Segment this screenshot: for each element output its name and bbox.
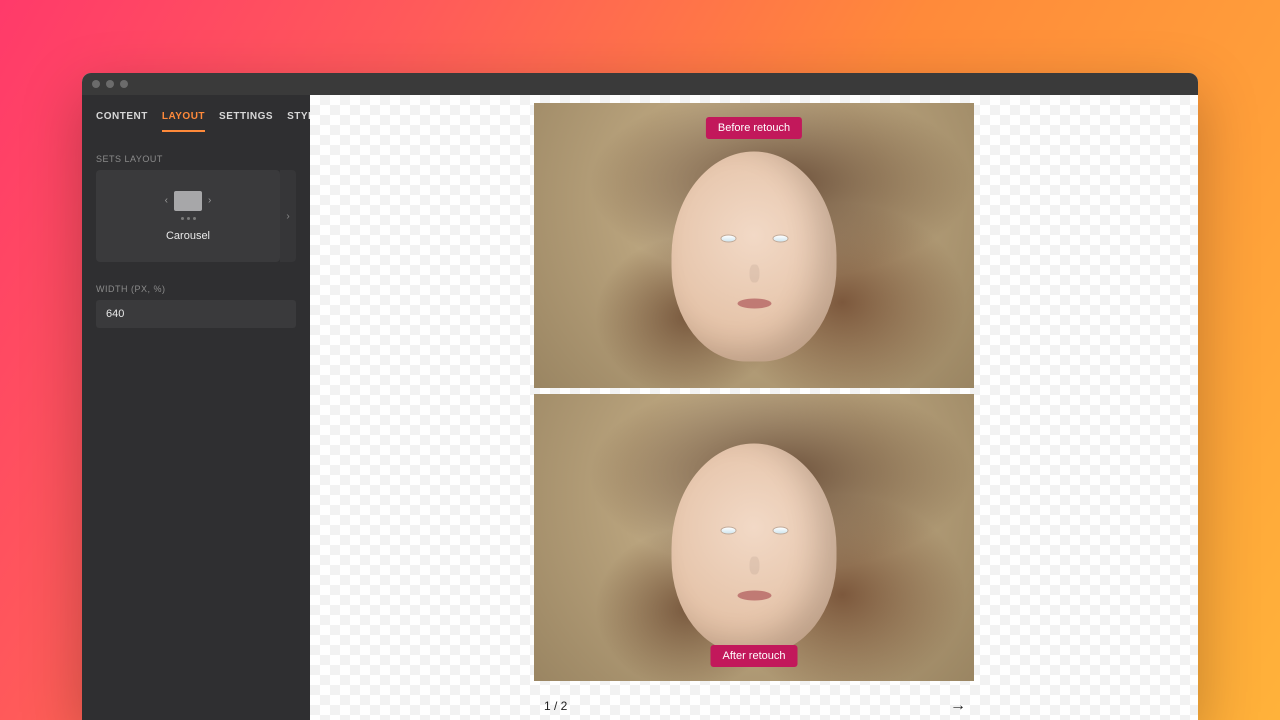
chevron-right-icon: › (208, 195, 211, 206)
width-input[interactable] (96, 300, 296, 328)
preview-canvas: Before retouch After retouch 1 / 2 → (310, 95, 1198, 720)
window-dot-min[interactable] (106, 80, 114, 88)
sidebar-tabs: CONTENT LAYOUT SETTINGS STYLE (82, 95, 310, 132)
carousel-icon: ‹ › (165, 191, 212, 211)
window-titlebar (82, 73, 1198, 95)
arrow-right-icon: → (950, 697, 966, 714)
width-label: WIDTH (PX, %) (82, 262, 310, 300)
after-image: After retouch (534, 394, 974, 681)
chevron-right-icon: › (286, 211, 289, 222)
layout-options-next[interactable]: › (280, 170, 296, 262)
carousel-dots-icon (181, 217, 196, 220)
window-dot-max[interactable] (120, 80, 128, 88)
tab-layout[interactable]: LAYOUT (162, 111, 205, 132)
after-badge: After retouch (711, 645, 798, 667)
sets-layout-label: SETS LAYOUT (82, 132, 310, 170)
carousel-pager: 1 / 2 → (534, 687, 974, 717)
layout-option-carousel[interactable]: ‹ › Carousel (96, 170, 280, 262)
app-window: CONTENT LAYOUT SETTINGS STYLE SETS LAYOU… (82, 73, 1198, 720)
before-image: Before retouch (534, 103, 974, 388)
before-badge: Before retouch (706, 117, 802, 139)
pager-next-button[interactable]: → (946, 695, 970, 717)
window-dot-close[interactable] (92, 80, 100, 88)
layout-option-label: Carousel (166, 230, 210, 242)
tab-content[interactable]: CONTENT (96, 111, 148, 132)
sidebar: CONTENT LAYOUT SETTINGS STYLE SETS LAYOU… (82, 95, 310, 720)
pager-count: 1 / 2 (544, 699, 567, 713)
tab-settings[interactable]: SETTINGS (219, 111, 273, 132)
chevron-left-icon: ‹ (165, 195, 168, 206)
